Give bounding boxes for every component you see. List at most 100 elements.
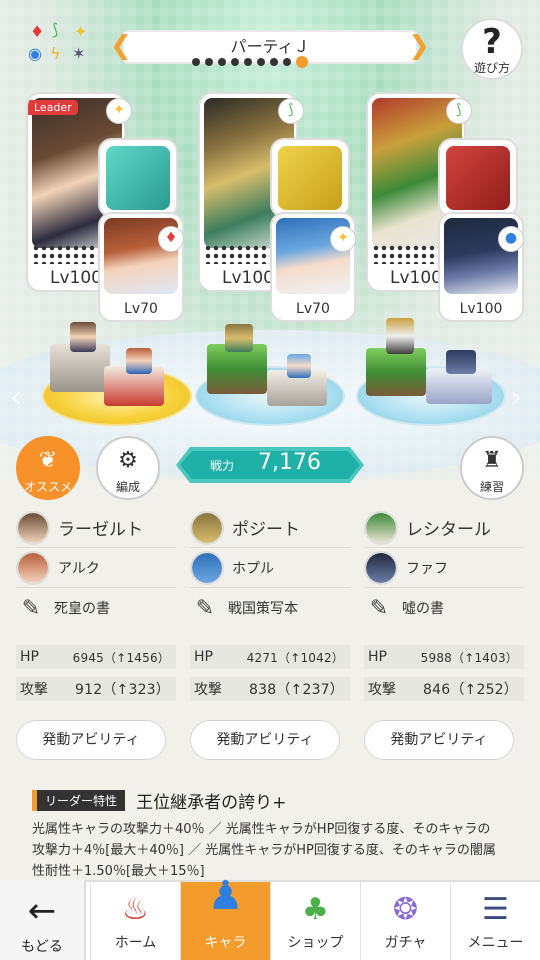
page-dot[interactable]: [231, 58, 239, 66]
sub-character-name: ファフ: [406, 560, 448, 577]
tab-gacha[interactable]: ❂ ガチャ: [360, 882, 450, 960]
character-icon: ♟: [207, 873, 244, 919]
party-card-1[interactable]: Leader Lv100 ✦ Lv70 ♦: [26, 92, 186, 322]
book-row[interactable]: ✎ 噓の書: [364, 588, 524, 628]
party-card-3[interactable]: Lv100 ⟆ Lv100 ●: [366, 92, 526, 322]
book-row[interactable]: ✎ 死皇の書: [16, 588, 176, 628]
attack-stat: 攻撃 838（↑237）: [190, 677, 350, 701]
main-character-row[interactable]: ラーゼルト: [16, 508, 176, 548]
page-dot[interactable]: [205, 58, 213, 66]
ability-button-1[interactable]: 発動アビリティ: [16, 720, 166, 760]
book-slot[interactable]: [270, 138, 350, 218]
ability-button-2[interactable]: 発動アビリティ: [190, 720, 340, 760]
page-dot[interactable]: [218, 58, 226, 66]
hp-label: HP: [194, 649, 213, 665]
pixel-character: [70, 322, 96, 352]
main-character-row[interactable]: レシタール: [364, 508, 524, 548]
sub-character-name: ホプル: [232, 560, 274, 577]
next-arrow-icon[interactable]: ›: [510, 380, 522, 415]
party-pedestal-2[interactable]: [195, 318, 345, 428]
tab-menu[interactable]: ☰ メニュー: [450, 882, 540, 960]
party-pedestal-1[interactable]: [42, 318, 192, 428]
organize-label: 編成: [115, 480, 140, 494]
sub-character-row[interactable]: ホプル: [190, 548, 350, 588]
attack-stat: 攻撃 846（↑252）: [364, 677, 524, 701]
dark-element-badge-icon: ●: [498, 226, 524, 252]
page-dot[interactable]: [283, 58, 291, 66]
sub-character-avatar: [16, 550, 50, 585]
leader-skill-title: 王位継承者の誇り+: [136, 793, 287, 813]
hp-stat: HP 5988（↑1403）: [364, 645, 524, 669]
book-pouch-icon: ✎: [369, 595, 389, 621]
prev-arrow-icon[interactable]: ‹: [10, 380, 22, 415]
menu-icon: ☰: [482, 892, 509, 927]
page-dot[interactable]: [296, 56, 308, 68]
party-pedestal-3[interactable]: [356, 318, 506, 428]
attack-value: 838（↑237）: [249, 682, 344, 698]
book-slot[interactable]: [98, 138, 178, 218]
pixel-character: [386, 318, 414, 354]
gear-person-icon: ⚙: [118, 448, 138, 473]
pixel-character: [126, 348, 152, 374]
sub-character-name: アルク: [58, 560, 100, 577]
attack-stat: 攻撃 912（↑323）: [16, 677, 176, 701]
page-dot[interactable]: [192, 58, 200, 66]
sub-character-row[interactable]: アルク: [16, 548, 176, 588]
member-column-2: ポジート ホプル ✎ 戦国策写本: [190, 508, 350, 628]
tab-label: ショップ: [287, 935, 344, 951]
book-pouch-icon: ✎: [195, 595, 215, 621]
hp-stat: HP 6945（↑1456）: [16, 645, 176, 669]
pixel-character: [287, 354, 311, 378]
thunder-element-icon: ϟ: [50, 44, 61, 63]
prev-party-arrow-icon[interactable]: ❮: [110, 32, 132, 60]
hp-value: 6945（↑1456）: [72, 650, 170, 665]
pixel-character: [225, 324, 253, 352]
book-slot[interactable]: [438, 138, 518, 218]
page-dot[interactable]: [257, 58, 265, 66]
main-character-name: レシタール: [406, 520, 491, 540]
training-dummy-icon: ♜: [482, 448, 502, 473]
tab-shop[interactable]: ♣ ショップ: [270, 882, 360, 960]
sub-character-row[interactable]: ファフ: [364, 548, 524, 588]
fire-element-icon: ♦: [30, 22, 45, 41]
main-character-avatar: [190, 510, 224, 545]
member-column-1: ラーゼルト アルク ✎ 死皇の書: [16, 508, 176, 628]
tab-label: ホーム: [114, 935, 157, 951]
fire-element-badge-icon: ♦: [158, 226, 184, 252]
party-title: パーティＪ: [230, 37, 310, 56]
pixel-character: [446, 350, 476, 374]
back-arrow-icon: ←: [27, 891, 57, 931]
back-label: もどる: [21, 939, 63, 955]
page-dot[interactable]: [244, 58, 252, 66]
main-character-row[interactable]: ポジート: [190, 508, 350, 548]
organize-button[interactable]: ⚙ 編成: [96, 436, 160, 500]
tab-label: ガチャ: [384, 935, 427, 951]
recommend-button[interactable]: ❦ オススメ: [16, 436, 80, 500]
help-label: 遊び方: [473, 61, 510, 75]
page-dot[interactable]: [270, 58, 278, 66]
party-card-2[interactable]: Lv100 ⟆ Lv70 ✦: [198, 92, 358, 322]
practice-button[interactable]: ♜ 練習: [460, 436, 524, 500]
wind-element-badge-icon: ⟆: [446, 98, 472, 124]
book-name: 死皇の書: [54, 601, 110, 617]
hp-value: 4271（↑1042）: [246, 650, 344, 665]
attack-value: 912（↑323）: [75, 682, 170, 698]
tab-character[interactable]: ♟ キャラ: [180, 873, 270, 960]
book-row[interactable]: ✎ 戦国策写本: [190, 588, 350, 628]
sub-level: Lv70: [124, 301, 158, 317]
main-character-name: ラーゼルト: [58, 520, 143, 540]
element-icons[interactable]: ♦ ⟆ ✦ ◉ ϟ ✶: [24, 20, 104, 66]
next-party-arrow-icon[interactable]: ❯: [408, 32, 430, 60]
main-character-name: ポジート: [232, 520, 300, 540]
attack-label: 攻撃: [368, 682, 396, 698]
home-icon: ♨: [122, 892, 149, 927]
book-icon: [278, 146, 342, 210]
wind-element-icon: ⟆: [52, 20, 59, 39]
ability-button-3[interactable]: 発動アビリティ: [364, 720, 514, 760]
light-element-icon: ✦: [74, 22, 88, 41]
wind-element-badge-icon: ⟆: [278, 98, 304, 124]
help-button[interactable]: ? 遊び方: [461, 18, 523, 80]
back-button[interactable]: ← もどる: [0, 880, 86, 960]
tab-home[interactable]: ♨ ホーム: [90, 882, 180, 960]
recommend-icon: ❦: [38, 448, 58, 473]
